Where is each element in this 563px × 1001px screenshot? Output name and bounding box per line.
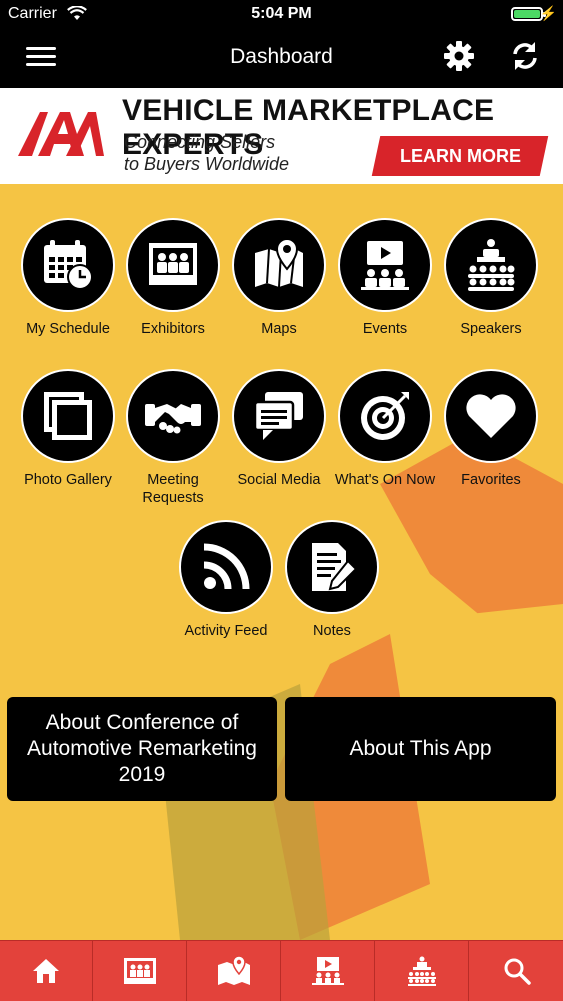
tile-label: Favorites bbox=[461, 472, 521, 488]
learn-more-button[interactable]: LEARN MORE bbox=[371, 136, 549, 176]
tab-search[interactable] bbox=[470, 941, 563, 1001]
rss-icon bbox=[179, 520, 273, 614]
tile-speakers[interactable]: Speakers bbox=[439, 218, 543, 358]
about-conference-label: About Conference of Automotive Remarketi… bbox=[27, 711, 257, 786]
iaa-logo bbox=[18, 112, 104, 156]
tile-events[interactable]: Events bbox=[333, 218, 437, 358]
tile-exhibitors[interactable]: Exhibitors bbox=[121, 218, 225, 358]
podium-audience-icon bbox=[444, 218, 538, 312]
booth-icon bbox=[124, 958, 156, 984]
tile-label: What's On Now bbox=[334, 472, 436, 488]
tile-notes[interactable]: Notes bbox=[280, 520, 384, 660]
tile-label: Activity Feed bbox=[184, 623, 268, 639]
tile-label: Exhibitors bbox=[141, 321, 205, 337]
tile-label: Notes bbox=[313, 623, 351, 639]
battery-icon bbox=[511, 7, 546, 21]
about-app-label: About This App bbox=[349, 737, 492, 760]
tab-speakers[interactable] bbox=[376, 941, 469, 1001]
note-pencil-icon bbox=[285, 520, 379, 614]
ad-banner[interactable]: VEHICLE MARKETPLACE EXPERTS Connecting S… bbox=[0, 88, 563, 184]
tab-bar bbox=[0, 940, 563, 1001]
tab-exhibitors[interactable] bbox=[94, 941, 187, 1001]
tab-home[interactable] bbox=[0, 941, 93, 1001]
tile-label: Speakers bbox=[460, 321, 522, 337]
banner-subtitle-1: Connecting Sellers bbox=[124, 132, 276, 152]
tab-maps[interactable] bbox=[188, 941, 281, 1001]
tile-my-schedule[interactable]: My Schedule bbox=[16, 218, 120, 358]
heart-icon bbox=[444, 369, 538, 463]
photos-icon bbox=[21, 369, 115, 463]
tile-label: Maps bbox=[261, 321, 297, 337]
tab-events[interactable] bbox=[282, 941, 375, 1001]
tile-label: Photo Gallery bbox=[24, 472, 112, 488]
calendar-clock-icon bbox=[21, 218, 115, 312]
booth-icon bbox=[126, 218, 220, 312]
about-conference-button[interactable]: About Conference of Automotive Remarketi… bbox=[7, 697, 277, 801]
tile-whats-on-now[interactable]: What's On Now bbox=[333, 369, 437, 509]
tile-meeting-requests[interactable]: Meeting Requests bbox=[121, 369, 225, 509]
top-bar: Carrier 5:04 PM ⚡ Dashboard bbox=[0, 0, 563, 88]
gear-icon[interactable] bbox=[443, 40, 475, 72]
handshake-icon bbox=[126, 369, 220, 463]
map-pin-icon bbox=[232, 218, 326, 312]
tile-label: My Schedule bbox=[26, 321, 110, 337]
refresh-icon[interactable] bbox=[509, 40, 541, 72]
tile-maps[interactable]: Maps bbox=[227, 218, 331, 358]
presentation-icon bbox=[312, 957, 344, 985]
target-icon bbox=[338, 369, 432, 463]
banner-subtitle-2: to Buyers Worldwide bbox=[124, 154, 290, 174]
map-pin-icon bbox=[218, 956, 250, 985]
home-icon bbox=[33, 959, 59, 983]
tile-activity-feed[interactable]: Activity Feed bbox=[174, 520, 278, 660]
tile-photo-gallery[interactable]: Photo Gallery bbox=[16, 369, 120, 509]
dashboard-grid: My Schedule Exhibitors Maps Events Speak… bbox=[0, 184, 563, 940]
chat-bubbles-icon bbox=[232, 369, 326, 463]
about-app-button[interactable]: About This App bbox=[285, 697, 556, 801]
tile-label: Meeting Requests bbox=[142, 472, 204, 506]
podium-audience-icon bbox=[408, 956, 436, 986]
clock: 5:04 PM bbox=[251, 5, 312, 22]
tile-favorites[interactable]: Favorites bbox=[439, 369, 543, 509]
status-bar: Carrier 5:04 PM ⚡ bbox=[0, 0, 563, 30]
presentation-icon bbox=[338, 218, 432, 312]
tile-label: Social Media bbox=[237, 472, 321, 488]
tile-label: Events bbox=[362, 321, 408, 337]
page-title: Dashboard bbox=[230, 45, 333, 68]
charging-icon: ⚡ bbox=[539, 5, 557, 21]
search-icon bbox=[504, 958, 531, 985]
tile-social-media[interactable]: Social Media bbox=[227, 369, 331, 509]
